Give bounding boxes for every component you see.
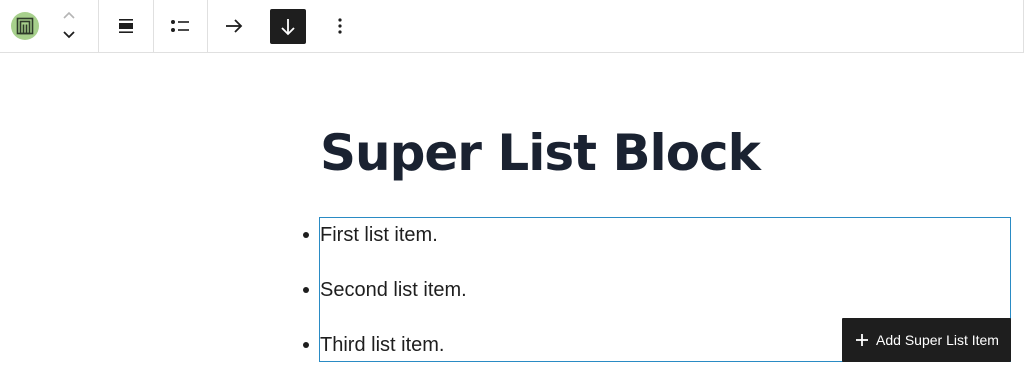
bullet-icon <box>303 342 309 348</box>
page-title[interactable]: Super List Block <box>320 124 761 182</box>
align-button[interactable] <box>110 10 142 42</box>
more-vertical-icon <box>338 18 342 34</box>
chevron-down-icon[interactable] <box>61 28 77 42</box>
add-super-list-item-button[interactable]: Add Super List Item <box>842 318 1011 362</box>
plus-icon <box>854 332 870 348</box>
toolbar-divider <box>98 0 99 52</box>
list-item[interactable]: Third list item. <box>300 332 444 358</box>
list-item-text[interactable]: First list item. <box>320 224 438 247</box>
list-style-button[interactable] <box>164 10 196 42</box>
bullet-icon <box>303 287 309 293</box>
add-button-label: Add Super List Item <box>876 332 999 348</box>
unordered-list-icon <box>171 20 189 32</box>
bullet-icon <box>303 232 309 238</box>
block-mover <box>54 6 84 46</box>
align-icon <box>119 19 133 33</box>
block-type-icon <box>16 17 34 35</box>
list-item-text[interactable]: Second list item. <box>320 279 467 302</box>
arrow-right-icon <box>226 19 243 33</box>
list-item[interactable]: First list item. <box>300 222 438 248</box>
horizontal-orientation-button[interactable] <box>218 10 250 42</box>
arrow-down-icon <box>281 18 295 35</box>
toolbar-divider <box>153 0 154 52</box>
more-options-button[interactable] <box>326 10 354 42</box>
super-list-block-icon[interactable] <box>11 12 39 40</box>
toolbar-divider <box>207 0 208 52</box>
list-item-text[interactable]: Third list item. <box>320 334 444 357</box>
block-toolbar <box>0 0 1024 53</box>
vertical-orientation-button[interactable] <box>270 9 306 44</box>
list-item[interactable]: Second list item. <box>300 277 467 303</box>
chevron-up-icon[interactable] <box>61 8 77 22</box>
